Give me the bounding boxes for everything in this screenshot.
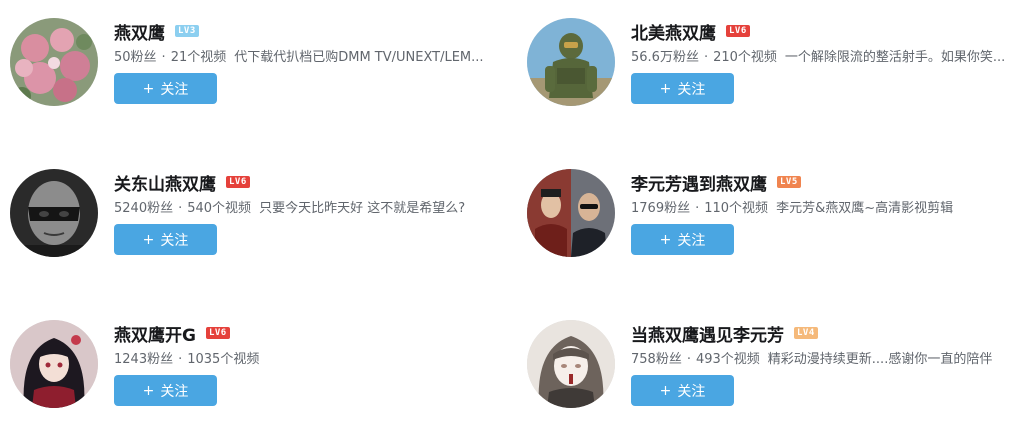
meta-separator: ·	[703, 50, 709, 65]
user-results-grid: 燕双鹰 LV3 50粉丝 · 21个视频 代下载代扒档已购DMM TV/UNEXT/L…	[0, 0, 1024, 442]
meta-separator: ·	[178, 352, 183, 367]
level-badge: LV5	[777, 176, 801, 188]
follow-button[interactable]: + 关注	[631, 73, 734, 104]
fans-count: 758粉丝	[631, 352, 682, 367]
pink-flowers-avatar[interactable]	[10, 18, 98, 106]
plus-icon: +	[142, 80, 155, 97]
user-name[interactable]: 李元芳遇到燕双鹰	[631, 170, 767, 195]
two-actors-avatar[interactable]	[527, 169, 615, 257]
user-card: 北美燕双鹰 LV6 56.6万粉丝 · 210个视频 一个解除限流的整活射手。如果你笑…	[517, 0, 1017, 110]
fans-count: 1769粉丝	[631, 201, 691, 216]
meta-separator: ·	[695, 201, 700, 216]
user-name[interactable]: 北美燕双鹰	[631, 19, 716, 44]
video-count: 210个视频	[713, 50, 777, 65]
user-meta: 50粉丝 · 21个视频 代下载代扒档已购DMM TV/UNEXT/LEM...	[114, 49, 504, 67]
user-sign: 精彩动漫持续更新....感谢你一直的陪伴	[767, 352, 993, 367]
level-badge: LV6	[205, 327, 230, 339]
follow-button[interactable]: + 关注	[114, 224, 217, 255]
anime-girl-avatar[interactable]	[10, 320, 98, 408]
user-meta: 5240粉丝 · 540个视频 只要今天比昨天好 这不就是希望么?	[114, 200, 504, 218]
user-name[interactable]: 当燕双鹰遇见李元芳	[631, 321, 784, 346]
follow-label: 关注	[677, 81, 706, 98]
user-info: 李元芳遇到燕双鹰 LV5 1769粉丝 · 110个视频 李元芳&燕双鹰~高清影视剪辑…	[631, 169, 1021, 255]
level-badge: LV4	[794, 327, 818, 339]
user-info: 燕双鹰开G LV6 1243粉丝 · 1035个视频 + 关注	[114, 320, 504, 406]
fans-count: 1243粉丝	[114, 352, 174, 367]
follow-label: 关注	[677, 232, 706, 249]
user-card: 当燕双鹰遇见李元芳 LV4 758粉丝 · 493个视频 精彩动漫持续更新....感谢…	[517, 302, 1017, 412]
fans-count: 56.6万粉丝	[631, 50, 699, 65]
meta-separator: ·	[161, 50, 166, 65]
user-info: 当燕双鹰遇见李元芳 LV4 758粉丝 · 493个视频 精彩动漫持续更新....感谢…	[631, 320, 1021, 406]
level-badge: LV3	[175, 25, 199, 37]
meta-separator: ·	[178, 201, 183, 216]
masked-man-avatar[interactable]	[10, 169, 98, 257]
user-card: 燕双鹰 LV3 50粉丝 · 21个视频 代下载代扒档已购DMM TV/UNEXT/L…	[0, 0, 500, 110]
follow-button[interactable]: + 关注	[114, 73, 217, 104]
plus-icon: +	[142, 382, 155, 399]
level-badge: LV6	[226, 176, 250, 188]
plus-icon: +	[659, 80, 672, 97]
user-name[interactable]: 燕双鹰	[114, 19, 165, 44]
user-name[interactable]: 燕双鹰开G	[114, 321, 196, 346]
video-count: 493个视频	[695, 352, 760, 367]
user-meta: 1769粉丝 · 110个视频 李元芳&燕双鹰~高清影视剪辑	[631, 200, 1021, 218]
plus-icon: +	[659, 231, 672, 248]
user-sign: 只要今天比昨天好 这不就是希望么?	[259, 201, 466, 216]
user-info: 燕双鹰 LV3 50粉丝 · 21个视频 代下载代扒档已购DMM TV/UNEXT/L…	[114, 18, 504, 104]
user-sign: 李元芳&燕双鹰~高清影视剪辑	[776, 201, 954, 216]
user-info: 北美燕双鹰 LV6 56.6万粉丝 · 210个视频 一个解除限流的整活射手。如果你笑…	[631, 18, 1021, 104]
user-card: 关东山燕双鹰 LV6 5240粉丝 · 540个视频 只要今天比昨天好 这不就是希望么…	[0, 151, 500, 261]
follow-label: 关注	[160, 232, 189, 249]
sketch-girl-avatar[interactable]	[527, 320, 615, 408]
video-count: 21个视频	[170, 50, 227, 65]
user-name[interactable]: 关东山燕双鹰	[114, 170, 216, 195]
follow-label: 关注	[160, 81, 189, 98]
user-card: 李元芳遇到燕双鹰 LV5 1769粉丝 · 110个视频 李元芳&燕双鹰~高清影视剪辑…	[517, 151, 1017, 261]
follow-button[interactable]: + 关注	[114, 375, 217, 406]
meta-separator: ·	[686, 352, 691, 367]
video-count: 540个视频	[187, 201, 252, 216]
video-count: 110个视频	[704, 201, 769, 216]
armored-soldier-avatar[interactable]	[527, 18, 615, 106]
follow-button[interactable]: + 关注	[631, 224, 734, 255]
level-badge: LV6	[726, 25, 750, 37]
fans-count: 50粉丝	[114, 50, 157, 65]
user-meta: 56.6万粉丝 · 210个视频 一个解除限流的整活射手。如果你笑...	[631, 49, 1021, 67]
user-sign: 一个解除限流的整活射手。如果你笑...	[784, 50, 1006, 65]
video-count: 1035个视频	[187, 352, 260, 367]
plus-icon: +	[659, 382, 672, 399]
follow-button[interactable]: + 关注	[631, 375, 734, 406]
user-sign: 代下载代扒档已购DMM TV/UNEXT/LEM...	[234, 50, 484, 65]
user-info: 关东山燕双鹰 LV6 5240粉丝 · 540个视频 只要今天比昨天好 这不就是希望么…	[114, 169, 504, 255]
follow-label: 关注	[160, 383, 189, 400]
user-card: 燕双鹰开G LV6 1243粉丝 · 1035个视频 + 关注	[0, 302, 500, 412]
follow-label: 关注	[677, 383, 706, 400]
user-meta: 758粉丝 · 493个视频 精彩动漫持续更新....感谢你一直的陪伴	[631, 351, 1021, 369]
plus-icon: +	[142, 231, 155, 248]
fans-count: 5240粉丝	[114, 201, 174, 216]
user-meta: 1243粉丝 · 1035个视频	[114, 351, 504, 369]
